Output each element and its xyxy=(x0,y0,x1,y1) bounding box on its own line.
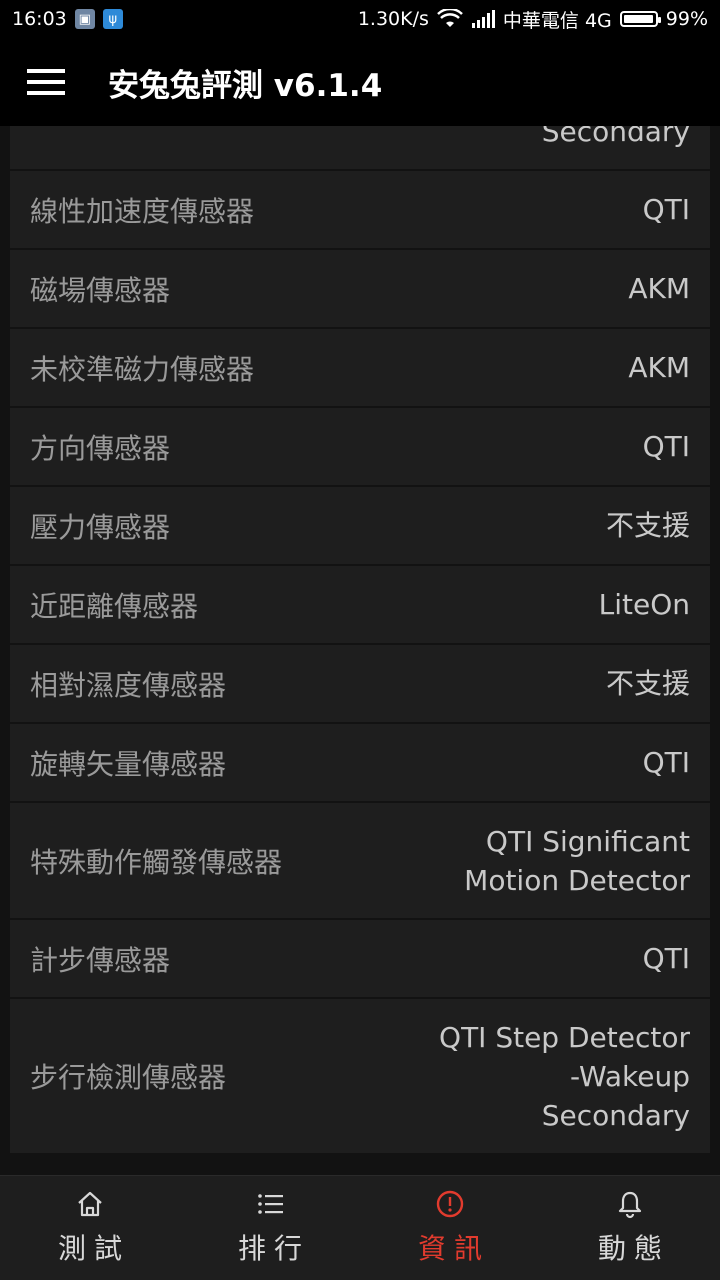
sensor-row: 計步傳感器 QTI xyxy=(10,920,710,999)
home-icon xyxy=(78,1191,102,1217)
sensor-value: 不支援 xyxy=(605,667,690,700)
nav-tab-label: 資訊 xyxy=(417,1232,490,1265)
network-speed: 1.30K/s xyxy=(357,8,429,30)
sensor-name: 步行檢測傳感器 xyxy=(30,1061,227,1094)
battery-fill xyxy=(623,15,654,23)
screen: 16:03 ▣ ψ 1.30K/s 中華電信 4G 99% 安兔兔評測 v6.1… xyxy=(0,0,720,1280)
sensor-value: QTI Step Detector -Wakeup Secondary xyxy=(439,1020,690,1132)
sensor-name: 計步傳感器 xyxy=(30,943,171,977)
nav-tab-test[interactable]: 測試 xyxy=(0,1176,180,1280)
wifi-icon xyxy=(437,9,463,27)
sensor-name: 近距離傳感器 xyxy=(30,589,199,623)
hamburger-menu-icon xyxy=(27,69,65,95)
sensor-row: 磁場傳感器 AKM xyxy=(10,250,710,329)
sensor-value: AKM xyxy=(628,272,690,305)
sensor-name: 線性加速度傳感器 xyxy=(30,194,255,228)
signal-icon xyxy=(471,10,495,28)
sensor-name: 磁場傳感器 xyxy=(30,273,171,307)
nav-tab-feed[interactable]: 動態 xyxy=(540,1176,720,1280)
status-time: 16:03 xyxy=(12,8,67,30)
sensor-row: 近距離傳感器 LiteOn xyxy=(10,566,710,645)
sensor-name: 光線感應傳感器 xyxy=(30,126,226,132)
nav-tab-label: 排行 xyxy=(237,1232,310,1265)
bell-icon xyxy=(618,1191,642,1219)
nav-tab-info[interactable]: 資訊 xyxy=(360,1176,540,1280)
app-title: 安兔兔評測 v6.1.4 xyxy=(108,67,383,104)
battery-icon xyxy=(619,11,661,27)
sensor-row: 線性加速度傳感器 QTI xyxy=(10,171,710,250)
sensor-value: QTI Significant Motion Detector xyxy=(464,824,690,897)
sensor-row: 相對濕度傳感器 不支援 xyxy=(10,645,710,724)
sensor-row: 光線感應傳感器 ALSPS -Wakeup Secondary xyxy=(10,126,710,171)
sensor-row: 步行檢測傳感器 QTI Step Detector -Wakeup Seconda… xyxy=(10,999,710,1155)
sensor-value: QTI xyxy=(642,746,690,779)
sensor-name: 方向傳感器 xyxy=(30,431,171,465)
sensor-name: 壓力傳感器 xyxy=(30,510,171,544)
sensor-row: 特殊動作觸發傳感器 QTI Significant Motion Detector xyxy=(10,803,710,920)
battery-percent: 99% xyxy=(665,8,708,30)
status-bar: 16:03 ▣ ψ 1.30K/s 中華電信 4G 99% xyxy=(0,0,720,38)
info-alert-icon xyxy=(436,1190,464,1218)
sensor-row: 旋轉矢量傳感器 QTI xyxy=(10,724,710,803)
sensor-name: 未校準磁力傳感器 xyxy=(30,352,255,386)
status-right: 1.30K/s 中華電信 4G 99% xyxy=(358,6,708,33)
sensor-row: 壓力傳感器 不支援 xyxy=(10,487,710,566)
sensor-value: LiteOn xyxy=(598,588,690,621)
usb-icon: ψ xyxy=(102,9,123,29)
app-bar: 安兔兔評測 v6.1.4 xyxy=(0,38,720,126)
sensor-row: 未校準磁力傳感器 AKM xyxy=(10,329,710,408)
list-icon xyxy=(258,1194,283,1214)
sensor-row: 方向傳感器 QTI xyxy=(10,408,710,487)
nav-tab-ranking[interactable]: 排行 xyxy=(180,1176,360,1280)
nav-tab-label: 測試 xyxy=(57,1232,130,1265)
sensor-value: QTI xyxy=(642,193,690,226)
sensor-value: QTI xyxy=(642,430,690,463)
sensor-name: 相對濕度傳感器 xyxy=(30,668,227,702)
sensor-value: ALSPS -Wakeup Secondary xyxy=(541,126,690,148)
sensor-name: 特殊動作觸發傳感器 xyxy=(30,845,283,879)
sensor-value: AKM xyxy=(628,351,690,384)
sensor-value: QTI xyxy=(642,942,690,975)
carrier-name: 中華電信 4G xyxy=(502,9,612,32)
menu-button[interactable] xyxy=(0,38,92,126)
nav-tab-label: 動態 xyxy=(597,1232,670,1265)
sensor-name: 旋轉矢量傳感器 xyxy=(30,747,227,781)
screenshot-notification-icon: ▣ xyxy=(74,9,95,29)
sensor-list[interactable]: 光線感應傳感器 ALSPS -Wakeup Secondary 線性加速度傳感器 QT… xyxy=(0,126,720,1176)
sensor-value: 不支援 xyxy=(605,509,690,542)
status-left: 16:03 ▣ ψ xyxy=(12,8,123,30)
sensor-list-content: 光線感應傳感器 ALSPS -Wakeup Secondary 線性加速度傳感器 QT… xyxy=(0,126,720,1155)
bottom-nav: 測試 排行 資訊 動態 xyxy=(0,1175,720,1280)
